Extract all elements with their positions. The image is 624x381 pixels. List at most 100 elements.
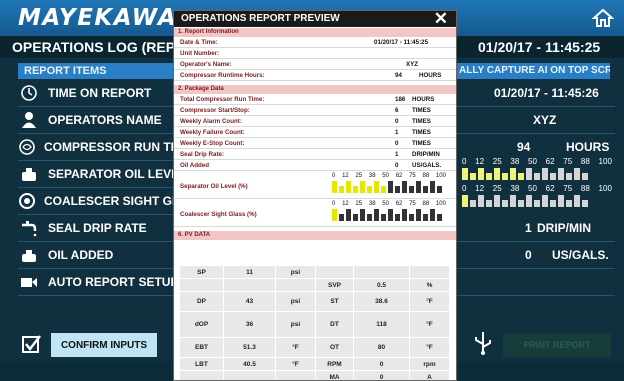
row-label: Oil Added bbox=[180, 162, 209, 169]
gauge-tick bbox=[367, 186, 372, 193]
gauge-tick bbox=[395, 214, 400, 221]
scale-tick-label: 38 bbox=[510, 157, 520, 166]
confirm-inputs-button[interactable]: CONFIRM INPUTS bbox=[51, 333, 157, 357]
home-button[interactable] bbox=[588, 3, 618, 33]
pv-row: MA 0 A bbox=[180, 371, 450, 380]
row-value: 0 bbox=[395, 162, 399, 169]
pv-unit: psi bbox=[276, 292, 316, 312]
item-label: SEAL DRIP RATE bbox=[48, 221, 147, 235]
gauge-tick bbox=[374, 209, 379, 221]
item-auto-report-setup[interactable]: AUTO REPORT SETUP bbox=[18, 269, 188, 295]
pv-empty bbox=[354, 266, 410, 279]
item-operators-name[interactable]: OPERATORS NAME bbox=[18, 107, 188, 133]
divider bbox=[455, 133, 615, 134]
separator-level-gauge: 0 12 25 38 50 62 75 88 100 bbox=[462, 157, 620, 183]
pv-empty bbox=[224, 279, 276, 292]
scale-tick-label: 0 bbox=[332, 173, 336, 179]
scale-tick-label: 88 bbox=[580, 184, 590, 193]
gauge-tick bbox=[388, 181, 393, 193]
scale-tick-label: 50 bbox=[382, 173, 389, 179]
pv-label: RPM bbox=[316, 358, 354, 371]
scale-tick-label: 0 bbox=[462, 184, 467, 193]
row-label: Weekly Alarm Count: bbox=[180, 118, 242, 125]
item-compressor-run-time[interactable]: COMPRESSOR RUN TIME bbox=[18, 134, 192, 160]
modal-title: OPERATIONS REPORT PREVIEW bbox=[181, 13, 340, 24]
gauge-tick bbox=[494, 195, 500, 207]
item-coalescer-sight-glass[interactable]: COALESCER SIGHT GLASS bbox=[18, 188, 204, 214]
pv-row: DP 43 psi ST 38.6 °F bbox=[180, 292, 450, 312]
divider bbox=[455, 106, 615, 107]
scale-tick-label: 25 bbox=[492, 157, 502, 166]
pv-unit: °F bbox=[410, 312, 450, 338]
pv-value: 40.5 bbox=[224, 358, 276, 371]
divider bbox=[455, 268, 615, 269]
pv-value: 38.6 bbox=[354, 292, 410, 312]
sight-glass-icon bbox=[18, 190, 36, 212]
level-bar bbox=[462, 195, 612, 207]
scale-ticks: 0 12 25 38 50 62 75 88 100 bbox=[462, 184, 612, 193]
row-unit: HOURS bbox=[419, 72, 442, 79]
item-time-on-report[interactable]: TIME ON REPORT bbox=[18, 80, 188, 106]
faucet-icon bbox=[18, 217, 40, 239]
gauge-tick bbox=[346, 181, 351, 193]
pv-label: OT bbox=[316, 338, 354, 358]
close-icon[interactable]: ✕ bbox=[434, 11, 448, 29]
scale-tick-label: 100 bbox=[598, 157, 612, 166]
package-row: Total Compressor Run Time: 186 HOURS bbox=[174, 94, 456, 105]
scale-tick-label: 88 bbox=[422, 201, 430, 207]
pv-value: 0 bbox=[354, 371, 410, 380]
item-separator-oil-level[interactable]: SEPARATOR OIL LEVEL bbox=[18, 161, 188, 187]
item-label: OIL ADDED bbox=[48, 248, 114, 262]
scale-tick-label: 38 bbox=[368, 173, 376, 179]
pv-empty bbox=[224, 371, 276, 380]
operator-value: XYZ bbox=[533, 113, 557, 127]
checkbox-icon bbox=[22, 335, 41, 353]
gauge-tick bbox=[502, 173, 508, 180]
scale-tick-label: 88 bbox=[422, 173, 430, 179]
print-report-button[interactable]: PRINT REPORT bbox=[503, 333, 611, 357]
row-label: Compressor Start/Stop: bbox=[180, 107, 250, 114]
oil-tank-icon bbox=[18, 163, 40, 185]
row-label: Weekly Failure Count: bbox=[180, 129, 245, 136]
row-unit: TIMES bbox=[412, 118, 431, 125]
gauge-tick bbox=[353, 214, 358, 221]
coalescer-level-gauge: 0 12 25 38 50 62 75 88 100 bbox=[332, 201, 446, 221]
scale-tick-label: 50 bbox=[382, 201, 389, 207]
report-row: Unit Number: bbox=[174, 48, 456, 59]
report-row: Date & Time: 01/20/17 - 11:45:25 bbox=[174, 37, 456, 48]
gauge-tick bbox=[550, 173, 556, 180]
package-row: Compressor Start/Stop: 6 TIMES bbox=[174, 105, 456, 116]
scale-tick-label: 0 bbox=[332, 201, 336, 207]
level-bar bbox=[332, 181, 446, 193]
level-bar bbox=[462, 168, 612, 180]
gauge-tick bbox=[332, 209, 337, 221]
gauge-tick bbox=[395, 186, 400, 193]
pv-empty bbox=[180, 371, 224, 380]
divider bbox=[455, 295, 615, 296]
gauge-tick bbox=[374, 181, 379, 193]
header-datetime: 01/20/17 - 11:45:25 bbox=[478, 39, 601, 55]
gauge-tick bbox=[402, 181, 407, 193]
item-oil-added[interactable]: OIL ADDED bbox=[18, 242, 188, 268]
gauge-tick bbox=[558, 168, 564, 180]
pv-data-table: SP 11 psi SVP 0.5 % DP 43 psi ST 38.6 °F… bbox=[180, 266, 450, 380]
scale-tick-label: 75 bbox=[409, 173, 416, 179]
gauge-tick bbox=[470, 200, 476, 207]
scale-tick-label: 100 bbox=[598, 184, 612, 193]
item-seal-drip-rate[interactable]: SEAL DRIP RATE bbox=[18, 215, 188, 241]
scale-tick-label: 100 bbox=[435, 201, 446, 207]
gauge-tick bbox=[360, 181, 365, 193]
gauge-tick bbox=[558, 195, 564, 207]
confirm-checkbox[interactable] bbox=[22, 334, 42, 354]
pv-label: LBT bbox=[180, 358, 224, 371]
gauge-tick bbox=[566, 173, 572, 180]
scale-tick-label: 12 bbox=[475, 184, 485, 193]
row-unit: TIMES bbox=[412, 129, 431, 136]
pv-unit: % bbox=[410, 279, 450, 292]
gauge-tick bbox=[510, 168, 516, 180]
scale-tick-label: 100 bbox=[435, 173, 446, 179]
row-label: Date & Time: bbox=[180, 39, 218, 46]
row-label: Weekly E-Stop Count: bbox=[180, 140, 245, 147]
row-unit: US/GALS. bbox=[412, 162, 442, 169]
gauge-tick bbox=[486, 200, 492, 207]
